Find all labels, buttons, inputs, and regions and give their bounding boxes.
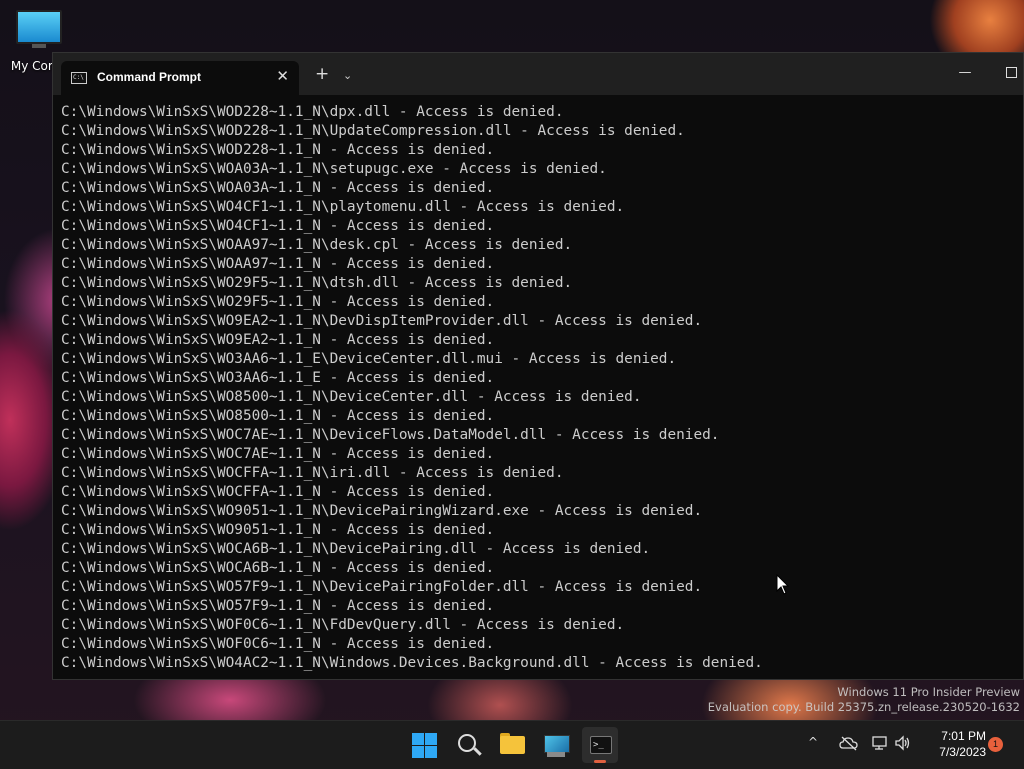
clock[interactable]: 7:01 PM 7/3/2023 [918,728,986,760]
watermark-line-1: Windows 11 Pro Insider Preview [837,685,1020,699]
tab-title: Command Prompt [97,70,202,84]
console-line: C:\Windows\WinSxS\WOF0C6~1.1_N - Access … [61,636,495,652]
console-line: C:\Windows\WinSxS\WO4AC2~1.1_N\Windows.D… [61,655,763,671]
monitor-stand [32,44,46,48]
windows-logo-quad [425,746,437,758]
terminal-taskbar-button[interactable]: >_ [582,727,618,763]
show-hidden-icons-button[interactable]: ^ [808,735,818,749]
console-line: C:\Windows\WinSxS\WO29F5~1.1_N\dtsh.dll … [61,275,573,291]
remote-desktop-button[interactable] [543,731,571,759]
network-icon[interactable] [871,735,889,751]
console-line: C:\Windows\WinSxS\WOAA97~1.1_N\desk.cpl … [61,237,573,253]
console-line: C:\Windows\WinSxS\WO57F9~1.1_N - Access … [61,598,495,614]
console-line: C:\Windows\WinSxS\WOCA6B~1.1_N\DevicePai… [61,541,651,557]
console-line: C:\Windows\WinSxS\WOD228~1.1_N - Access … [61,142,495,158]
title-bar[interactable]: C:\ Command Prompt ✕ + ⌄ — [53,53,1023,95]
console-line: C:\Windows\WinSxS\WOAA97~1.1_N - Access … [61,256,495,272]
search-icon-handle [473,747,482,756]
maximize-button[interactable] [999,65,1023,82]
file-explorer-button[interactable] [499,731,527,759]
console-line: C:\Windows\WinSxS\WO9051~1.1_N - Access … [61,522,495,538]
chevron-down-icon[interactable]: ⌄ [343,69,352,82]
console-line: C:\Windows\WinSxS\WOCFFA~1.1_N\iri.dll -… [61,465,564,481]
windows-logo-quad [412,746,424,758]
console-line: C:\Windows\WinSxS\WO3AA6~1.1_E - Access … [61,370,495,386]
console-line: C:\Windows\WinSxS\WO29F5~1.1_N - Access … [61,294,495,310]
console-line: C:\Windows\WinSxS\WOA03A~1.1_N - Access … [61,180,495,196]
taskbar: >_ ^ 7:01 PM 7/3/2023 1 [0,720,1024,769]
notification-badge[interactable]: 1 [988,737,1003,752]
terminal-window: C:\ Command Prompt ✕ + ⌄ — C:\Windows\Wi… [52,52,1024,680]
desktop: My Comp C:\ Command Prompt ✕ + ⌄ — C:\Wi… [0,0,1024,769]
console-line: C:\Windows\WinSxS\WO9EA2~1.1_N\DevDispIt… [61,313,703,329]
console-line: C:\Windows\WinSxS\WO9051~1.1_N\DevicePai… [61,503,703,519]
console-line: C:\Windows\WinSxS\WOD228~1.1_N\dpx.dll -… [61,104,564,120]
folder-icon [500,736,525,754]
console-line: C:\Windows\WinSxS\WO4CF1~1.1_N\playtomen… [61,199,625,215]
tab-command-prompt[interactable]: C:\ Command Prompt ✕ [61,61,299,95]
cmd-icon: C:\ [71,72,87,84]
console-line: C:\Windows\WinSxS\WOF0C6~1.1_N\FdDevQuer… [61,617,625,633]
windows-logo-quad [425,733,437,745]
console-line: C:\Windows\WinSxS\WOD228~1.1_N\UpdateCom… [61,123,685,139]
console-line: C:\Windows\WinSxS\WOC7AE~1.1_N - Access … [61,446,495,462]
monitor-icon [16,10,62,44]
terminal-icon: >_ [590,736,612,754]
console-line: C:\Windows\WinSxS\WO4CF1~1.1_N - Access … [61,218,495,234]
windows-logo-icon [412,733,424,745]
start-button[interactable] [411,731,439,759]
console-line: C:\Windows\WinSxS\WOC7AE~1.1_N\DeviceFlo… [61,427,720,443]
keyboard-icon [547,752,565,757]
console-output[interactable]: C:\Windows\WinSxS\WOD228~1.1_N\dpx.dll -… [61,103,1017,673]
search-button[interactable] [455,731,483,759]
clock-time: 7:01 PM [941,729,986,743]
maximize-icon [1005,67,1017,78]
console-line: C:\Windows\WinSxS\WO9EA2~1.1_N - Access … [61,332,495,348]
console-line: C:\Windows\WinSxS\WO57F9~1.1_N\DevicePai… [61,579,703,595]
console-line: C:\Windows\WinSxS\WO3AA6~1.1_E\DeviceCen… [61,351,677,367]
windows-watermark: Windows 11 Pro Insider Preview Evaluatio… [708,685,1020,715]
clock-date: 7/3/2023 [939,745,986,759]
close-tab-icon[interactable]: ✕ [276,67,289,85]
new-tab-button[interactable]: + [315,66,329,83]
volume-icon[interactable] [894,735,912,751]
mouse-cursor-icon [776,574,790,595]
console-line: C:\Windows\WinSxS\WO8500~1.1_N - Access … [61,408,495,424]
onedrive-offline-icon[interactable] [839,735,859,751]
computer-icon [544,735,570,753]
active-indicator [594,760,606,763]
console-line: C:\Windows\WinSxS\WOCA6B~1.1_N - Access … [61,560,495,576]
minimize-button[interactable]: — [953,65,977,80]
console-line: C:\Windows\WinSxS\WOA03A~1.1_N\setupugc.… [61,161,607,177]
watermark-line-2: Evaluation copy. Build 25375.zn_release.… [707,700,1020,714]
console-line: C:\Windows\WinSxS\WOCFFA~1.1_N - Access … [61,484,495,500]
console-line: C:\Windows\WinSxS\WO8500~1.1_N\DeviceCen… [61,389,642,405]
